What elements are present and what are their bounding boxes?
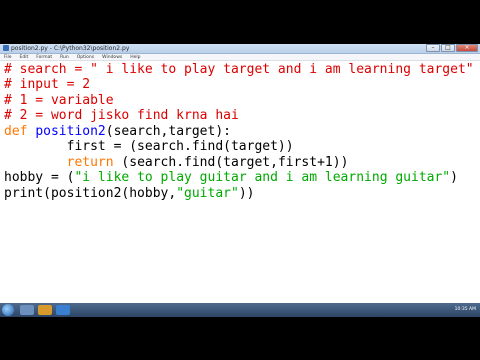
code-line-3: # 1 = variable bbox=[4, 93, 114, 108]
menu-options[interactable]: Options bbox=[77, 54, 94, 60]
code-editor[interactable]: # search = " i like to play target and i… bbox=[0, 62, 480, 302]
folder-icon[interactable] bbox=[38, 305, 52, 315]
function-params: (search,target): bbox=[105, 124, 231, 139]
window-controls: – □ × bbox=[426, 44, 478, 52]
function-name: position2 bbox=[35, 124, 106, 139]
close-button[interactable]: × bbox=[456, 44, 478, 52]
maximize-button[interactable]: □ bbox=[441, 44, 455, 52]
return-keyword: return bbox=[66, 155, 114, 170]
code-line-8: hobby = ("i like to play guitar and i am… bbox=[4, 170, 458, 185]
code-line-4: # 2 = word jisko find krna hai bbox=[4, 108, 239, 123]
code-line-7: return (search.find(target,first+1)) bbox=[4, 155, 349, 170]
title-bar: position2.py - C:\Python32\position2.py … bbox=[0, 44, 480, 54]
taskbar: 10:35 AM bbox=[0, 303, 480, 317]
menu-windows[interactable]: Windows bbox=[102, 54, 122, 60]
python-taskbar-icon[interactable] bbox=[56, 305, 70, 315]
print-call: print(position2(hobby, bbox=[4, 186, 177, 201]
menu-edit[interactable]: Edit bbox=[20, 54, 29, 60]
return-expression: (search.find(target,first+1)) bbox=[113, 155, 349, 170]
start-button[interactable] bbox=[2, 304, 14, 316]
hobby-close: ) bbox=[450, 170, 458, 185]
python-icon bbox=[3, 45, 9, 51]
print-close: )) bbox=[238, 186, 255, 201]
menu-format[interactable]: Format bbox=[36, 54, 52, 60]
code-line-9: print(position2(hobby,"guitar")) bbox=[4, 186, 254, 201]
window-title: position2.py - C:\Python32\position2.py bbox=[11, 45, 130, 52]
menu-bar: File Edit Format Run Options Windows Hel… bbox=[0, 54, 480, 61]
def-keyword: def bbox=[4, 124, 28, 139]
code-line-5: def position2(search,target): bbox=[4, 124, 231, 139]
clock: 10:35 AM bbox=[454, 307, 476, 312]
guitar-string: "guitar" bbox=[176, 186, 239, 201]
explorer-icon[interactable] bbox=[20, 305, 34, 315]
menu-run[interactable]: Run bbox=[60, 54, 69, 60]
minimize-button[interactable]: – bbox=[426, 44, 440, 52]
menu-file[interactable]: File bbox=[4, 54, 12, 60]
code-line-2: # input = 2 bbox=[4, 77, 91, 92]
hobby-string: "i like to play guitar and i am learning… bbox=[74, 170, 451, 185]
screen: position2.py - C:\Python32\position2.py … bbox=[0, 44, 480, 317]
menu-help[interactable]: Help bbox=[130, 54, 140, 60]
hobby-assign: hobby = ( bbox=[4, 170, 75, 185]
code-line-6: first = (search.find(target)) bbox=[4, 139, 294, 154]
code-line-1: # search = " i like to play target and i… bbox=[4, 62, 474, 77]
